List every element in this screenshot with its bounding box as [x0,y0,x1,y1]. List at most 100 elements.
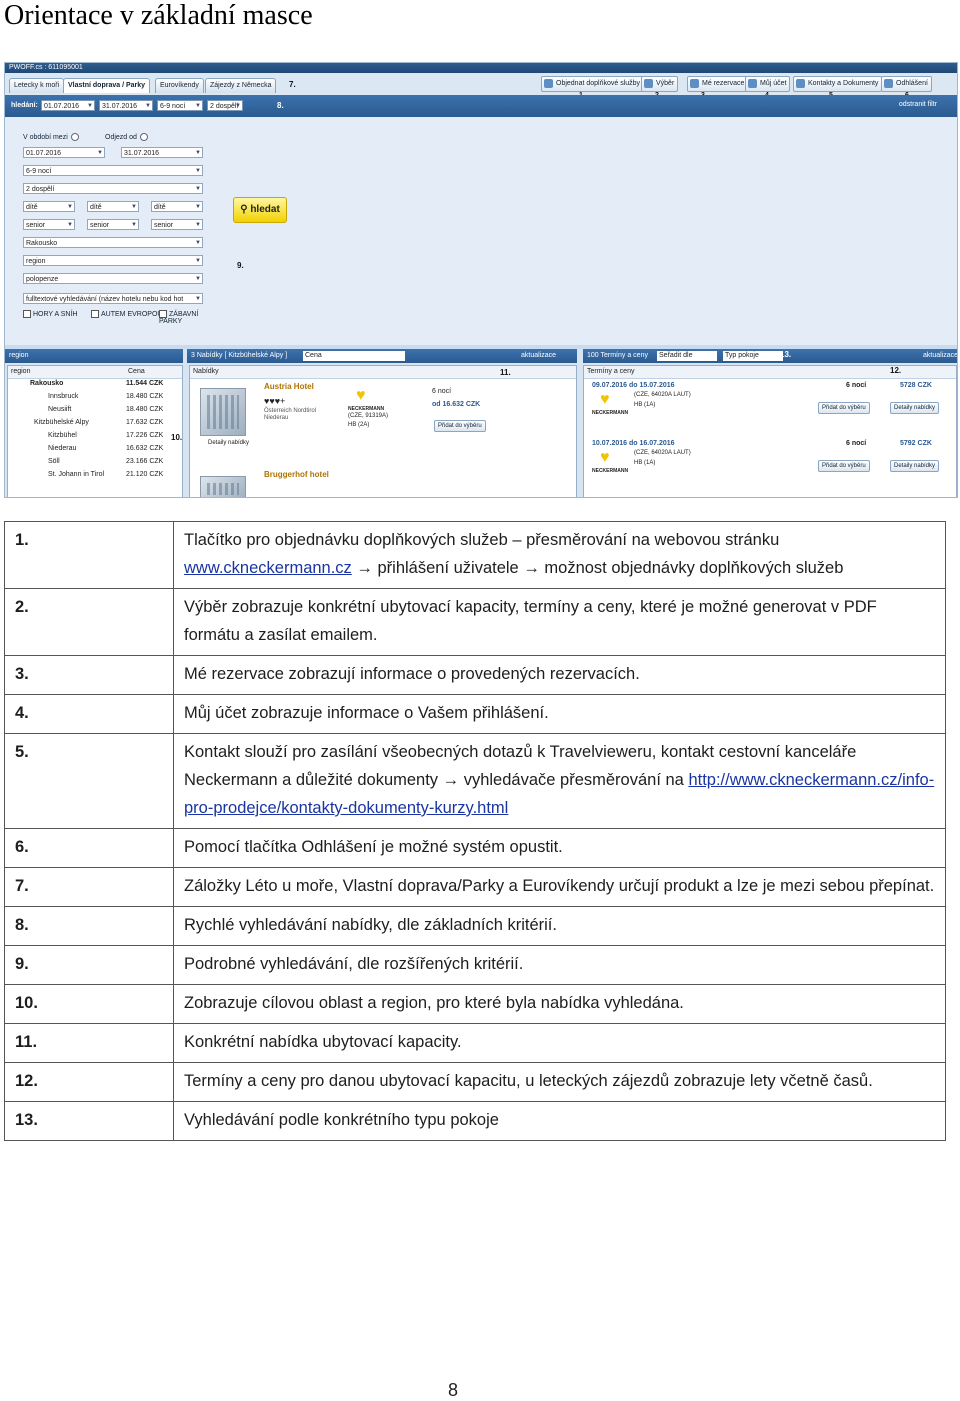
terms-sort-select[interactable]: Seřadit dle [657,351,717,361]
results-area: region region Cena Rakousko 11.544 CZK Inn… [5,349,957,497]
terms-list: Termíny a ceny 12. 13. 09.07.2016 do 15.… [583,350,957,497]
list-icon [644,79,653,88]
region-row[interactable]: Söll 23.166 CZK [8,458,182,465]
offers-subheader: Nabídky [190,366,576,379]
legend-description: Můj účet zobrazuje informace o Vašem při… [184,704,549,722]
my-account-button[interactable]: Můj účet [745,76,791,92]
selection-button[interactable]: Výběr [641,76,679,92]
cart-icon [544,79,553,88]
detail-persons-select[interactable]: 2 dospělí [23,183,203,195]
legend-body: 1. Tlačítko pro objednávku doplňkových sl… [4,521,946,1141]
neckermann-logo-icon: ♥ [356,387,366,404]
legend-row: 6. Pomocí tlačítka Odhlášení je možné sys… [4,828,946,868]
room-type-select[interactable]: Typ pokoje [723,351,783,361]
marker-13: 13. [780,350,792,359]
region-row[interactable]: Kitzbühelské Alpy 17.632 CZK [8,419,182,426]
remove-filter-link[interactable]: odstranit filtr [899,101,937,108]
offer-details-button[interactable]: Detaily nabídky [890,402,940,414]
detailed-search-form: V období mezi Odjezd od 01.07.2016 31.07… [19,129,209,343]
quick-persons-select[interactable]: 2 dospělí [207,100,243,112]
contacts-button[interactable]: Kontakty a Dokumenty [793,76,883,92]
search-button[interactable]: ⚲ hledat [233,197,287,223]
region-row[interactable]: Kitzbühel 17.226 CZK [8,432,182,439]
detail-date-to[interactable]: 31.07.2016 [121,147,203,159]
offers-header: 3 Nabídky [ Kitzbühelské Alpy ] Cena akt… [187,349,577,363]
tab-vlastni-doprava[interactable]: Vlastní doprava / Parky [63,78,151,93]
brand-label: NECKERMANN [592,468,629,474]
country-select[interactable]: Rakousko [23,237,203,249]
board-select[interactable]: polopenze [23,273,203,285]
add-to-selection-button[interactable]: Přidat do výběru [818,402,870,414]
region-row[interactable]: Rakousko 11.544 CZK [8,380,182,387]
legend-number: 11. [4,1023,174,1063]
legend-text: Tlačítko pro objednávku doplňkových služ… [173,521,946,589]
region-select[interactable]: region [23,255,203,267]
senior-select-2[interactable]: senior [87,219,139,231]
window-titlebar: PWOFF.cs : 611095001 [5,63,957,73]
fulltext-search-input[interactable]: fulltextové vyhledávání (název hotelu ne… [23,293,203,305]
check-zabavni-parky[interactable]: ZÁBAVNÍ PARKY [159,310,209,325]
legend-link[interactable]: www.ckneckermann.cz [184,559,352,577]
add-to-selection-button[interactable]: Přidat do výběru [818,460,870,472]
region-row[interactable]: Niederau 16.632 CZK [8,445,182,452]
offers-list: Nabídky 11. Detaily nabídky Austria Hote… [189,365,577,497]
region-row[interactable]: Innsbruck 18.480 CZK [8,393,182,400]
legend-text: Kontakt slouží pro zasílání všeobecných … [173,733,946,829]
legend-row: 10. Zobrazuje cílovou oblast a region, pr… [4,984,946,1024]
region-row[interactable]: Neusiift 18.480 CZK [8,406,182,413]
marker-11: 11. [500,368,511,377]
quick-date-from[interactable]: 01.07.2016 [41,100,95,112]
offer-price: od 16.632 CZK [432,401,481,408]
child-select-3[interactable]: dítě [151,201,203,213]
detail-nights-select[interactable]: 6-9 nocí [23,165,203,177]
legend-text: Vyhledávání podle konkrétního typu pokoj… [173,1101,946,1141]
checkbox-icon [91,310,99,318]
add-to-selection-button[interactable]: Přidat do výběru [434,420,486,432]
terms-update-link[interactable]: aktualizace [923,349,957,363]
legend-description: Vyhledávání podle konkrétního typu pokoj… [184,1111,499,1129]
hotel-photo [200,388,246,436]
quick-nights-select[interactable]: 6-9 nocí [157,100,203,112]
order-services-button[interactable]: Objednat doplňkové služby [541,76,645,92]
senior-select-1[interactable]: senior [23,219,75,231]
legend-text: Termíny a ceny pro danou ubytovací kapac… [173,1062,946,1102]
legend-description-cont: → přihlášení uživatele → možnost objedná… [351,559,844,577]
term-board: HB (1A) [634,460,656,466]
departure-label: Odjezd od [105,133,148,141]
term-date: 09.07.2016 do 15.07.2016 [592,382,675,389]
offers-update-link[interactable]: aktualizace [521,349,556,363]
tab-letecky[interactable]: Letecky k moři [9,78,65,93]
offers-sort-select[interactable]: Cena [303,351,405,361]
detail-date-from[interactable]: 01.07.2016 [23,147,105,159]
legend-row: 8. Rychlé vyhledávání nabídky, dle základ… [4,906,946,946]
tab-zajezdy-nemecko[interactable]: Zájezdy z Německa [205,78,277,93]
check-autem-evropou[interactable]: AUTEM EVROPOU [91,310,162,318]
offer-details-button[interactable]: Detaily nabídky [890,460,940,472]
check-hory-snih[interactable]: HORY A SNÍH [23,310,77,318]
tab-eurovikendy[interactable]: Eurovíkendy [155,78,204,93]
child-select-2[interactable]: dítě [87,201,139,213]
hotel-name[interactable]: Austria Hotel [264,382,314,391]
legend-description: Záložky Léto u moře, Vlastní doprava/Par… [184,877,935,895]
user-icon [748,79,757,88]
legend-description: Zobrazuje cílovou oblast a region, pro k… [184,994,684,1012]
search-icon: ⚲ [240,204,251,215]
legend-text: Výběr zobrazuje konkrétní ubytovací kapa… [173,588,946,656]
legend-number: 5. [4,733,174,829]
senior-select-3[interactable]: senior [151,219,203,231]
legend-number: 1. [4,521,174,589]
legend-description: Konkrétní nabídka ubytovací kapacity. [184,1033,462,1051]
legend-row: 12. Termíny a ceny pro danou ubytovací ka… [4,1062,946,1102]
quick-date-to[interactable]: 31.07.2016 [99,100,153,112]
hotel-name[interactable]: Bruggerhof hotel [264,470,329,479]
region-row[interactable]: St. Johann in Tirol 21.120 CZK [8,471,182,478]
legend-text: Konkrétní nabídka ubytovací kapacity. [173,1023,946,1063]
term-price: 5728 CZK [900,382,932,389]
my-reservations-button[interactable]: Mé rezervace [687,76,749,92]
logout-button[interactable]: Odhlášení [881,76,932,92]
legend-text: Mé rezervace zobrazují informace o prove… [173,655,946,695]
legend-text: Můj účet zobrazuje informace o Vašem při… [173,694,946,734]
offer-details-link[interactable]: Detaily nabídky [208,440,249,446]
child-select-1[interactable]: dítě [23,201,75,213]
detailed-search-panel: V období mezi Odjezd od 01.07.2016 31.07… [5,117,957,345]
